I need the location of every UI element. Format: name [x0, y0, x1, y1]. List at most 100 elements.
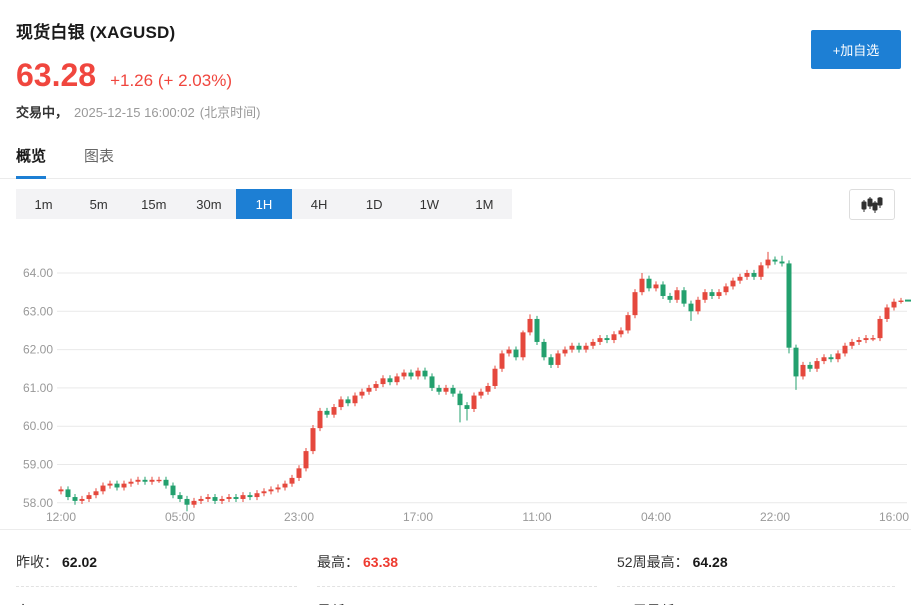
- candle-body: [192, 501, 197, 505]
- candle-body: [500, 353, 505, 368]
- candle-body: [633, 292, 638, 315]
- interval-button-1M[interactable]: 1M: [457, 189, 512, 219]
- candle-body: [178, 495, 183, 499]
- candle-body: [794, 348, 799, 377]
- y-axis-tick: 62.00: [23, 343, 53, 357]
- stat-label: 52周最低：: [617, 601, 689, 605]
- candle-body: [206, 497, 211, 499]
- interval-button-1m[interactable]: 1m: [16, 189, 71, 219]
- candle-body: [479, 392, 484, 396]
- x-axis-tick: 05:00: [165, 510, 195, 524]
- page-title: 现货白银 (XAGUSD): [16, 18, 895, 43]
- stat-label: 今开：: [16, 601, 58, 605]
- x-axis-tick: 16:00: [879, 510, 909, 524]
- candle-body: [864, 338, 869, 340]
- candle-body: [423, 371, 428, 377]
- stat-item: 今开：61.59: [16, 587, 297, 605]
- add-watchlist-button[interactable]: +加自选: [811, 30, 901, 69]
- candle-body: [626, 315, 631, 330]
- candle-body: [164, 480, 169, 486]
- stat-label: 52周最高：: [617, 552, 689, 572]
- candle-body: [297, 468, 302, 478]
- tab-chart[interactable]: 图表: [84, 145, 114, 178]
- candle-body: [647, 279, 652, 289]
- chart-toolbar: 1m5m15m30m1H4H1D1W1M: [16, 189, 895, 220]
- candle-body: [899, 301, 904, 302]
- candle-body: [227, 497, 232, 499]
- chart-area[interactable]: 64.0063.0062.0061.0060.0059.0058.0012:00…: [0, 230, 911, 530]
- candlestick-icon: [861, 195, 883, 215]
- candle-body: [696, 300, 701, 311]
- interval-button-30m[interactable]: 30m: [181, 189, 236, 219]
- candle-body: [591, 342, 596, 346]
- quote-header: 现货白银 (XAGUSD) 63.28 +1.26 (+ 2.03%) 交易中，…: [0, 0, 911, 121]
- stat-item: 52周最高：64.28: [617, 546, 895, 587]
- candle-body: [619, 330, 624, 334]
- stat-label: 最高：: [317, 552, 359, 572]
- candle-body: [318, 411, 323, 428]
- candle-body: [451, 388, 456, 394]
- candle-body: [542, 342, 547, 357]
- candle-body: [773, 260, 778, 262]
- candle-body: [136, 480, 141, 482]
- candle-body: [220, 499, 225, 501]
- candle-body: [234, 497, 239, 499]
- interval-button-15m[interactable]: 15m: [126, 189, 181, 219]
- candle-body: [486, 386, 491, 392]
- candle-body: [605, 338, 610, 340]
- candle-body: [325, 411, 330, 415]
- candle-body: [332, 407, 337, 415]
- stat-column-1: 昨收：62.02今开：61.59: [16, 546, 297, 605]
- quote-page: 现货白银 (XAGUSD) 63.28 +1.26 (+ 2.03%) 交易中，…: [0, 0, 911, 605]
- interval-button-1D[interactable]: 1D: [347, 189, 402, 219]
- candle-body: [66, 489, 71, 497]
- price-change: +1.26 (+ 2.03%): [110, 71, 232, 91]
- candle-body: [738, 277, 743, 281]
- candle-body: [374, 384, 379, 388]
- quote-timestamp: 2025-12-15 16:00:02: [74, 105, 195, 120]
- candle-body: [857, 340, 862, 342]
- candle-body: [640, 279, 645, 292]
- y-axis-tick: 64.00: [23, 266, 53, 280]
- x-axis-tick: 04:00: [641, 510, 671, 524]
- candle-body: [598, 338, 603, 342]
- price-row: 63.28 +1.26 (+ 2.03%): [16, 57, 895, 94]
- interval-button-1H[interactable]: 1H: [236, 189, 291, 219]
- candle-body: [528, 319, 533, 332]
- candle-body: [766, 260, 771, 266]
- trading-status: 交易中，: [16, 102, 68, 121]
- candle-body: [80, 499, 85, 501]
- candle-body: [444, 388, 449, 392]
- stat-item: 最高：63.38: [317, 546, 597, 587]
- candle-body: [780, 262, 785, 264]
- candle-body: [458, 394, 463, 405]
- chart-type-button[interactable]: [849, 189, 895, 220]
- candle-body: [353, 396, 358, 404]
- candle-body: [493, 369, 498, 386]
- candle-body: [213, 497, 218, 501]
- candle-body: [122, 484, 127, 488]
- candle-body: [668, 296, 673, 300]
- candle-body: [675, 290, 680, 300]
- candle-body: [311, 428, 316, 451]
- y-axis-tick: 63.00: [23, 304, 53, 318]
- interval-button-4H[interactable]: 4H: [292, 189, 347, 219]
- candle-body: [815, 361, 820, 369]
- candle-body: [808, 365, 813, 369]
- interval-button-1W[interactable]: 1W: [402, 189, 457, 219]
- candle-body: [94, 491, 99, 495]
- interval-button-5m[interactable]: 5m: [71, 189, 126, 219]
- stat-label: 昨收：: [16, 552, 58, 572]
- candle-body: [759, 265, 764, 276]
- candle-body: [549, 357, 554, 365]
- tab-overview[interactable]: 概览: [16, 145, 46, 178]
- candlestick-chart[interactable]: 64.0063.0062.0061.0060.0059.0058.0012:00…: [0, 230, 911, 530]
- stat-value: 63.38: [363, 554, 398, 570]
- stat-label: 最低：: [317, 601, 359, 605]
- candle-body: [416, 371, 421, 377]
- candle-body: [801, 365, 806, 376]
- candle-body: [367, 388, 372, 392]
- stat-item: 昨收：62.02: [16, 546, 297, 587]
- candle-body: [878, 319, 883, 338]
- candle-body: [829, 357, 834, 359]
